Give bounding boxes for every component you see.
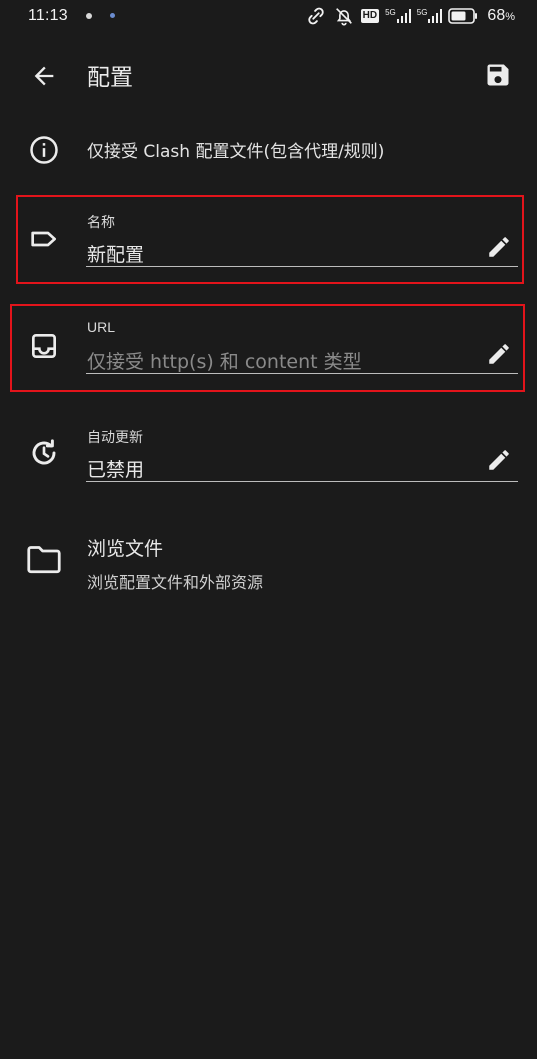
notification-dot-icon [86,13,92,19]
signal-1: 5G [385,9,411,23]
info-icon [30,136,58,164]
folder-icon [27,546,61,574]
history-clock-icon [32,439,56,465]
edit-icon[interactable] [486,447,512,473]
battery-percent: 68% [487,7,515,24]
field-label: 自动更新 [87,430,143,446]
save-button[interactable] [484,61,512,89]
status-icons: HD 5G 5G 68% [305,5,515,27]
hd-badge: HD [360,9,380,23]
battery-icon [448,8,478,24]
info-row: 仅接受 Clash 配置文件(包含代理/规则) [0,128,537,172]
signal-2: 5G [417,9,443,23]
auto-update-input[interactable]: 已禁用 [87,455,144,482]
arrow-back-icon [34,66,54,86]
status-bar: 11:13 HD 5G 5G 68% [0,0,537,34]
save-icon [487,64,509,86]
status-time: 11:13 [28,7,68,24]
auto-update-field[interactable]: 自动更新 已禁用 [0,411,537,497]
browse-files-title: 浏览文件 [87,538,164,560]
highlight-box-url [10,304,525,392]
app-notification-icon [110,13,115,18]
signal-bars-icon [396,9,411,23]
field-underline [86,481,518,482]
info-text: 仅接受 Clash 配置文件(包含代理/规则) [87,142,385,162]
highlight-box-name [16,195,524,284]
app-bar: 配置 [0,48,537,104]
page-title: 配置 [87,65,133,91]
link-icon [307,7,324,25]
browse-files-subtitle: 浏览配置文件和外部资源 [87,573,264,592]
signal-bars-icon [428,9,443,23]
mute-bell-icon [335,8,352,26]
back-button[interactable] [30,62,58,90]
browse-files-item[interactable]: 浏览文件 浏览配置文件和外部资源 [0,530,537,594]
